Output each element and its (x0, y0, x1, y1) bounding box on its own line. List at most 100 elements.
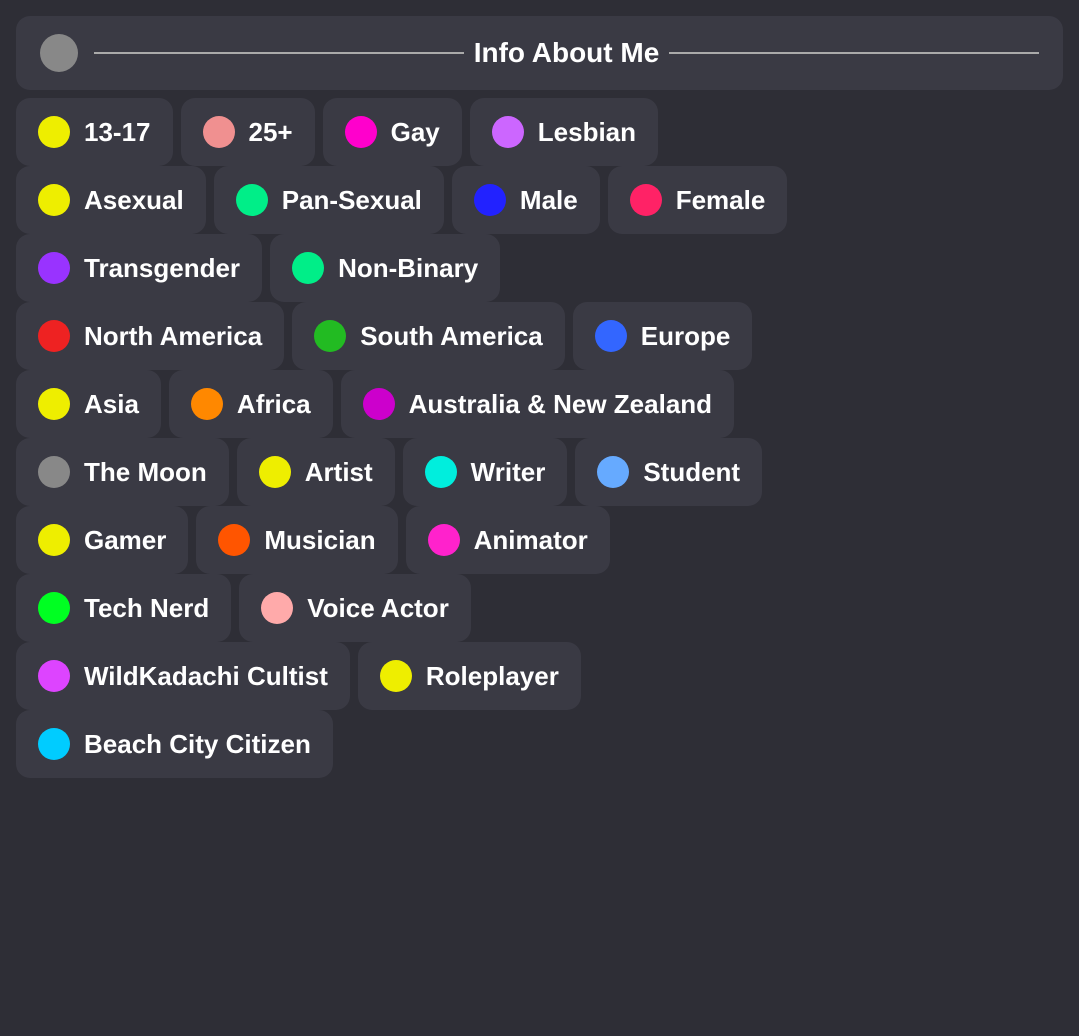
dot-role-musician (218, 524, 250, 556)
tag-role-artist[interactable]: Artist (237, 438, 395, 506)
dot-age-13-17 (38, 116, 70, 148)
tag-role-gamer[interactable]: Gamer (16, 506, 188, 574)
label-role-roleplayer: Roleplayer (426, 661, 559, 692)
header-line-container: Info About Me (94, 37, 1039, 69)
dot-orientation-gay (345, 116, 377, 148)
tag-age-13-17[interactable]: 13-17 (16, 98, 173, 166)
label-region-africa: Africa (237, 389, 311, 420)
tag-row-9: Beach City Citizen (16, 710, 1063, 778)
label-orientation-lesbian: Lesbian (538, 117, 636, 148)
dot-role-tech-nerd (38, 592, 70, 624)
dot-role-student (597, 456, 629, 488)
tag-gender-male[interactable]: Male (452, 166, 600, 234)
label-role-voice-actor: Voice Actor (307, 593, 449, 624)
dot-gender-male (474, 184, 506, 216)
label-region-moon: The Moon (84, 457, 207, 488)
dot-gender-transgender (38, 252, 70, 284)
dot-age-25plus (203, 116, 235, 148)
tag-gender-nonbinary[interactable]: Non-Binary (270, 234, 500, 302)
tag-orientation-pansexual[interactable]: Pan-Sexual (214, 166, 444, 234)
dot-region-africa (191, 388, 223, 420)
header-title: Info About Me (474, 37, 660, 69)
label-role-wildkadachi: WildKadachi Cultist (84, 661, 328, 692)
dot-orientation-lesbian (492, 116, 524, 148)
tag-gender-transgender[interactable]: Transgender (16, 234, 262, 302)
tag-region-north-america[interactable]: North America (16, 302, 284, 370)
label-region-south-america: South America (360, 321, 543, 352)
dot-region-europe (595, 320, 627, 352)
label-gender-transgender: Transgender (84, 253, 240, 284)
label-orientation-asexual: Asexual (84, 185, 184, 216)
label-gender-nonbinary: Non-Binary (338, 253, 478, 284)
tag-role-roleplayer[interactable]: Roleplayer (358, 642, 581, 710)
dot-region-asia (38, 388, 70, 420)
dot-region-north-america (38, 320, 70, 352)
label-region-north-america: North America (84, 321, 262, 352)
dot-gender-nonbinary (292, 252, 324, 284)
label-role-tech-nerd: Tech Nerd (84, 593, 209, 624)
label-orientation-pansexual: Pan-Sexual (282, 185, 422, 216)
label-age-13-17: 13-17 (84, 117, 151, 148)
label-role-student: Student (643, 457, 740, 488)
header-line-left (94, 52, 464, 54)
tag-gender-female[interactable]: Female (608, 166, 788, 234)
tag-row-5: The Moon Artist Writer Student (16, 438, 1063, 506)
tag-row-7: Tech Nerd Voice Actor (16, 574, 1063, 642)
label-role-artist: Artist (305, 457, 373, 488)
dot-gender-female (630, 184, 662, 216)
header-circle (40, 34, 78, 72)
main-container: Info About Me 13-17 25+ Gay Lesbian Asexual P… (16, 16, 1063, 778)
dot-region-australia-nz (363, 388, 395, 420)
tag-region-australia-nz[interactable]: Australia & New Zealand (341, 370, 734, 438)
tag-row-6: Gamer Musician Animator (16, 506, 1063, 574)
dot-role-artist (259, 456, 291, 488)
tag-role-wildkadachi[interactable]: WildKadachi Cultist (16, 642, 350, 710)
tag-region-africa[interactable]: Africa (169, 370, 333, 438)
dot-role-animator (428, 524, 460, 556)
tag-row-3: North America South America Europe (16, 302, 1063, 370)
label-role-musician: Musician (264, 525, 375, 556)
dot-orientation-pansexual (236, 184, 268, 216)
tag-role-beach-city[interactable]: Beach City Citizen (16, 710, 333, 778)
tag-orientation-lesbian[interactable]: Lesbian (470, 98, 658, 166)
dot-role-roleplayer (380, 660, 412, 692)
dot-region-moon (38, 456, 70, 488)
header-line-right (669, 52, 1039, 54)
tag-row-0: 13-17 25+ Gay Lesbian (16, 98, 1063, 166)
label-gender-male: Male (520, 185, 578, 216)
dot-role-wildkadachi (38, 660, 70, 692)
dot-region-south-america (314, 320, 346, 352)
dot-orientation-asexual (38, 184, 70, 216)
tag-role-musician[interactable]: Musician (196, 506, 397, 574)
label-role-beach-city: Beach City Citizen (84, 729, 311, 760)
tag-role-animator[interactable]: Animator (406, 506, 610, 574)
header-row: Info About Me (16, 16, 1063, 90)
tag-age-25plus[interactable]: 25+ (181, 98, 315, 166)
tag-orientation-asexual[interactable]: Asexual (16, 166, 206, 234)
tag-region-asia[interactable]: Asia (16, 370, 161, 438)
tag-role-tech-nerd[interactable]: Tech Nerd (16, 574, 231, 642)
tag-row-1: Asexual Pan-Sexual Male Female (16, 166, 1063, 234)
tag-row-2: Transgender Non-Binary (16, 234, 1063, 302)
label-role-gamer: Gamer (84, 525, 166, 556)
label-age-25plus: 25+ (249, 117, 293, 148)
label-orientation-gay: Gay (391, 117, 440, 148)
tag-row-8: WildKadachi Cultist Roleplayer (16, 642, 1063, 710)
tag-role-writer[interactable]: Writer (403, 438, 568, 506)
tag-role-voice-actor[interactable]: Voice Actor (239, 574, 471, 642)
tag-role-student[interactable]: Student (575, 438, 762, 506)
dot-role-writer (425, 456, 457, 488)
tag-orientation-gay[interactable]: Gay (323, 98, 462, 166)
tag-region-moon[interactable]: The Moon (16, 438, 229, 506)
tag-row-4: Asia Africa Australia & New Zealand (16, 370, 1063, 438)
dot-role-beach-city (38, 728, 70, 760)
label-region-asia: Asia (84, 389, 139, 420)
label-role-animator: Animator (474, 525, 588, 556)
tag-region-south-america[interactable]: South America (292, 302, 565, 370)
label-region-europe: Europe (641, 321, 731, 352)
tag-region-europe[interactable]: Europe (573, 302, 753, 370)
label-gender-female: Female (676, 185, 766, 216)
label-region-australia-nz: Australia & New Zealand (409, 389, 712, 420)
dot-role-voice-actor (261, 592, 293, 624)
dot-role-gamer (38, 524, 70, 556)
